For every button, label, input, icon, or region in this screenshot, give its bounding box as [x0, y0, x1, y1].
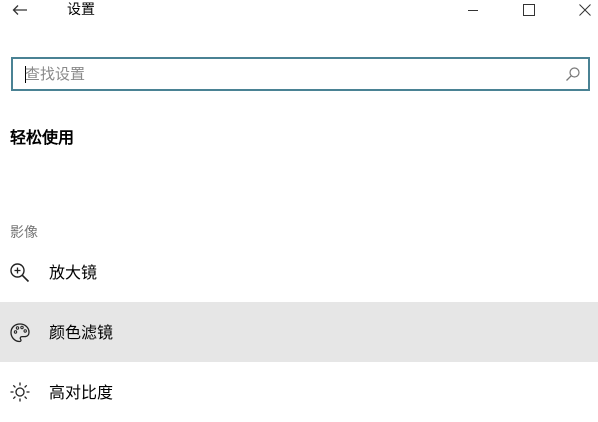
back-button[interactable]: [6, 0, 34, 20]
nav-item-label: 放大镜: [49, 263, 98, 282]
search-input[interactable]: [25, 59, 565, 89]
search-box[interactable]: [11, 57, 590, 91]
page-title: 轻松使用: [10, 128, 75, 147]
group-label-vision: 影像: [10, 225, 38, 241]
brightness-icon: [10, 382, 30, 402]
close-icon: [579, 4, 591, 16]
title-bar: 设置: [0, 0, 598, 22]
window-title: 设置: [67, 2, 95, 18]
maximize-button[interactable]: [514, 0, 544, 20]
nav-item-label: 高对比度: [49, 383, 114, 402]
nav-item-magnifier[interactable]: 放大镜: [0, 242, 598, 302]
back-arrow-icon: [12, 5, 27, 15]
minimize-icon: [468, 10, 478, 11]
nav-item-color-filters[interactable]: 颜色滤镜: [0, 302, 598, 362]
nav-item-high-contrast[interactable]: 高对比度: [0, 362, 598, 422]
minimize-button[interactable]: [458, 0, 488, 20]
nav-item-label: 颜色滤镜: [49, 323, 114, 342]
color-palette-icon: [10, 323, 30, 343]
close-button[interactable]: [570, 0, 598, 20]
magnifier-icon: [10, 263, 30, 283]
search-icon[interactable]: [565, 66, 581, 82]
maximize-icon: [523, 4, 535, 16]
